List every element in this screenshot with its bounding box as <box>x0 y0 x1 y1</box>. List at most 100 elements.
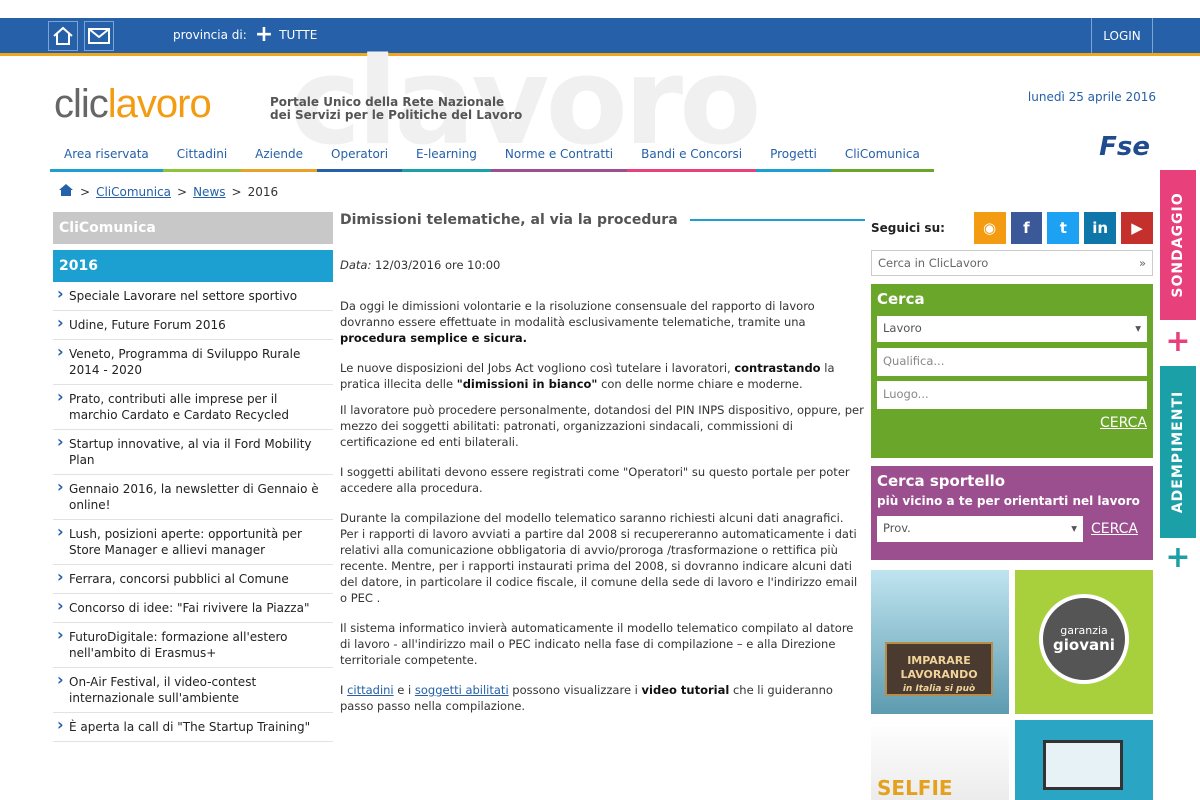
bold-text: procedura semplice e sicura. <box>340 331 528 345</box>
cliclavoro-logo[interactable]: cliclavoro <box>54 82 212 127</box>
selfie-banner[interactable]: SELFIE <box>871 720 1009 800</box>
computer-banner[interactable] <box>1015 720 1153 800</box>
section-heading[interactable]: CliComunica <box>53 212 333 244</box>
nav-operatori[interactable]: Operatori <box>317 138 403 172</box>
home-icon[interactable] <box>48 21 78 51</box>
search-placeholder: Cerca in ClicLavoro <box>878 256 989 270</box>
logo-subtitle: Portale Unico della Rete Nazionale dei S… <box>270 96 522 122</box>
article-paragraph: I cittadini e i soggetti abilitati posso… <box>340 682 865 714</box>
banner-title: IMPARARE LAVORANDO <box>900 654 978 681</box>
chevron-down-icon: ▾ <box>1071 521 1077 535</box>
article-paragraph: Le nuove disposizioni del Jobs Act vogli… <box>340 360 865 392</box>
sportello-subtitle: più vicino a te per orientarti nel lavor… <box>877 494 1140 508</box>
news-item[interactable]: Lush, posizioni aperte: opportunità per … <box>53 520 333 565</box>
youtube-icon[interactable]: ▶ <box>1121 212 1153 244</box>
article-paragraph: Da oggi le dimissioni volontarie e la ri… <box>340 298 865 346</box>
nav-norme-contratti[interactable]: Norme e Contratti <box>490 138 628 172</box>
bold-text: video tutorial <box>641 683 730 697</box>
text: e i <box>393 683 415 697</box>
province-select[interactable]: Prov. ▾ <box>877 516 1083 542</box>
news-item[interactable]: È aperta la call di "The Startup Trainin… <box>53 713 333 742</box>
sportello-cerca-button[interactable]: CERCA <box>1091 521 1138 537</box>
nav-cittadini[interactable]: Cittadini <box>162 138 242 172</box>
banner-grid: IMPARARE LAVORANDO in Italia si può gara… <box>871 570 1153 800</box>
home-icon[interactable] <box>58 183 74 200</box>
article: Dimissioni telematiche, al via la proced… <box>340 212 865 714</box>
plus-icon: + <box>254 22 274 47</box>
breadcrumb-news[interactable]: News <box>193 185 225 199</box>
date-label: Data: <box>340 258 372 272</box>
monitor-icon <box>1043 740 1123 790</box>
news-item[interactable]: Veneto, Programma di Sviluppo Rurale 201… <box>53 340 333 385</box>
breadcrumb-separator: > <box>231 184 242 199</box>
year-heading[interactable]: 2016 <box>53 250 333 282</box>
article-paragraph: I soggetti abilitati devono essere regis… <box>340 465 850 495</box>
nav-aziende[interactable]: Aziende <box>241 138 317 172</box>
news-item[interactable]: FuturoDigitale: formazione all'estero ne… <box>53 623 333 668</box>
linkedin-icon[interactable]: in <box>1084 212 1117 244</box>
text: possono visualizzare i <box>508 683 642 697</box>
news-item[interactable]: Prato, contributi alle imprese per il ma… <box>53 385 333 430</box>
nav-bandi-concorsi[interactable]: Bandi e Concorsi <box>627 138 757 172</box>
banner-subtitle: in Italia si può <box>902 684 976 694</box>
news-item[interactable]: Speciale Lavorare nel settore sportivo <box>53 282 333 311</box>
sportello-box: Cerca sportello più vicino a te per orie… <box>871 466 1153 560</box>
news-item[interactable]: Concorso di idee: "Fai rivivere la Piazz… <box>53 594 333 623</box>
news-item[interactable]: Gennaio 2016, la newsletter di Gennaio è… <box>53 475 333 520</box>
nav-progetti[interactable]: Progetti <box>756 138 831 172</box>
article-paragraph: Durante la compilazione del modello tele… <box>340 511 858 605</box>
nav-clicomunica[interactable]: CliComunica <box>830 138 934 172</box>
logo-lavoro: lavoro <box>107 82 212 126</box>
sondaggio-tab[interactable]: SONDAGGIO <box>1160 170 1196 320</box>
article-paragraph: Il lavoratore può procedere personalment… <box>340 403 864 449</box>
news-item[interactable]: On-Air Festival, il video-contest intern… <box>53 668 333 713</box>
plus-icon[interactable]: + <box>1163 324 1193 359</box>
cittadini-link[interactable]: cittadini <box>347 683 394 697</box>
qualifica-input[interactable]: Qualifica... <box>877 348 1147 376</box>
left-sidebar: CliComunica 2016 Speciale Lavorare nel s… <box>53 212 333 742</box>
luogo-input[interactable]: Luogo... <box>877 381 1147 409</box>
soggetti-abilitati-link[interactable]: soggetti abilitati <box>415 683 509 697</box>
imparare-lavorando-banner[interactable]: IMPARARE LAVORANDO in Italia si può <box>871 570 1009 714</box>
seguici-label: Seguici su: <box>871 221 945 235</box>
cerca-box: Cerca Lavoro ▾ Qualifica... Luogo... CER… <box>871 284 1153 458</box>
adempimenti-label: ADEMPIMENTI <box>1170 390 1186 514</box>
main-nav: Area riservata Cittadini Aziende Operato… <box>50 138 934 172</box>
search-arrow-icon[interactable]: » <box>1139 256 1146 270</box>
nav-e-learning[interactable]: E-learning <box>402 138 491 172</box>
news-list: Speciale Lavorare nel settore sportivo U… <box>53 282 333 742</box>
news-item[interactable]: Startup innovative, al via il Ford Mobil… <box>53 430 333 475</box>
news-item[interactable]: Udine, Future Forum 2016 <box>53 311 333 340</box>
sportello-title: Cerca sportello <box>877 472 1006 490</box>
rss-icon[interactable]: ◉ <box>973 212 1006 244</box>
garanzia-giovani-banner[interactable]: garanzia giovani <box>1015 570 1153 714</box>
article-paragraph: Il sistema informatico invierà automatic… <box>340 621 854 667</box>
nav-area-riservata[interactable]: Area riservata <box>50 138 163 172</box>
category-select[interactable]: Lavoro ▾ <box>877 316 1147 342</box>
banner-text: giovani <box>1053 636 1115 654</box>
article-title: Dimissioni telematiche, al via la proced… <box>340 212 678 228</box>
fse-logo[interactable]: Fse <box>1099 132 1150 162</box>
cerca-button[interactable]: CERCA <box>877 415 1147 431</box>
title-underline <box>689 219 865 221</box>
twitter-icon[interactable]: t <box>1047 212 1080 244</box>
social-row: Seguici su: ◉ f t in ▶ <box>871 212 1153 244</box>
sportello-row: Prov. ▾ CERCA <box>877 516 1147 542</box>
sondaggio-label: SONDAGGIO <box>1170 192 1186 298</box>
plus-icon[interactable]: + <box>1163 540 1193 575</box>
news-item[interactable]: Ferrara, concorsi pubblici al Comune <box>53 565 333 594</box>
breadcrumb-clicomunica[interactable]: CliComunica <box>96 185 171 199</box>
text: con delle norme chiare e moderne. <box>597 377 803 391</box>
text: I <box>340 683 348 697</box>
login-button[interactable]: LOGIN <box>1091 18 1153 53</box>
breadcrumb-separator: > <box>177 184 188 199</box>
garanzia-giovani-logo: garanzia giovani <box>1039 594 1129 684</box>
right-sidebar: Seguici su: ◉ f t in ▶ Cerca in ClicLavo… <box>871 212 1153 800</box>
current-date: lunedì 25 aprile 2016 <box>1027 90 1156 104</box>
facebook-icon[interactable]: f <box>1010 212 1043 244</box>
mail-icon[interactable] <box>84 21 114 51</box>
text: Da oggi le dimissioni volontarie e la ri… <box>340 299 815 329</box>
category-select-value: Lavoro <box>883 321 922 335</box>
site-search-input[interactable]: Cerca in ClicLavoro » <box>871 250 1153 276</box>
adempimenti-tab[interactable]: ADEMPIMENTI <box>1160 366 1196 538</box>
